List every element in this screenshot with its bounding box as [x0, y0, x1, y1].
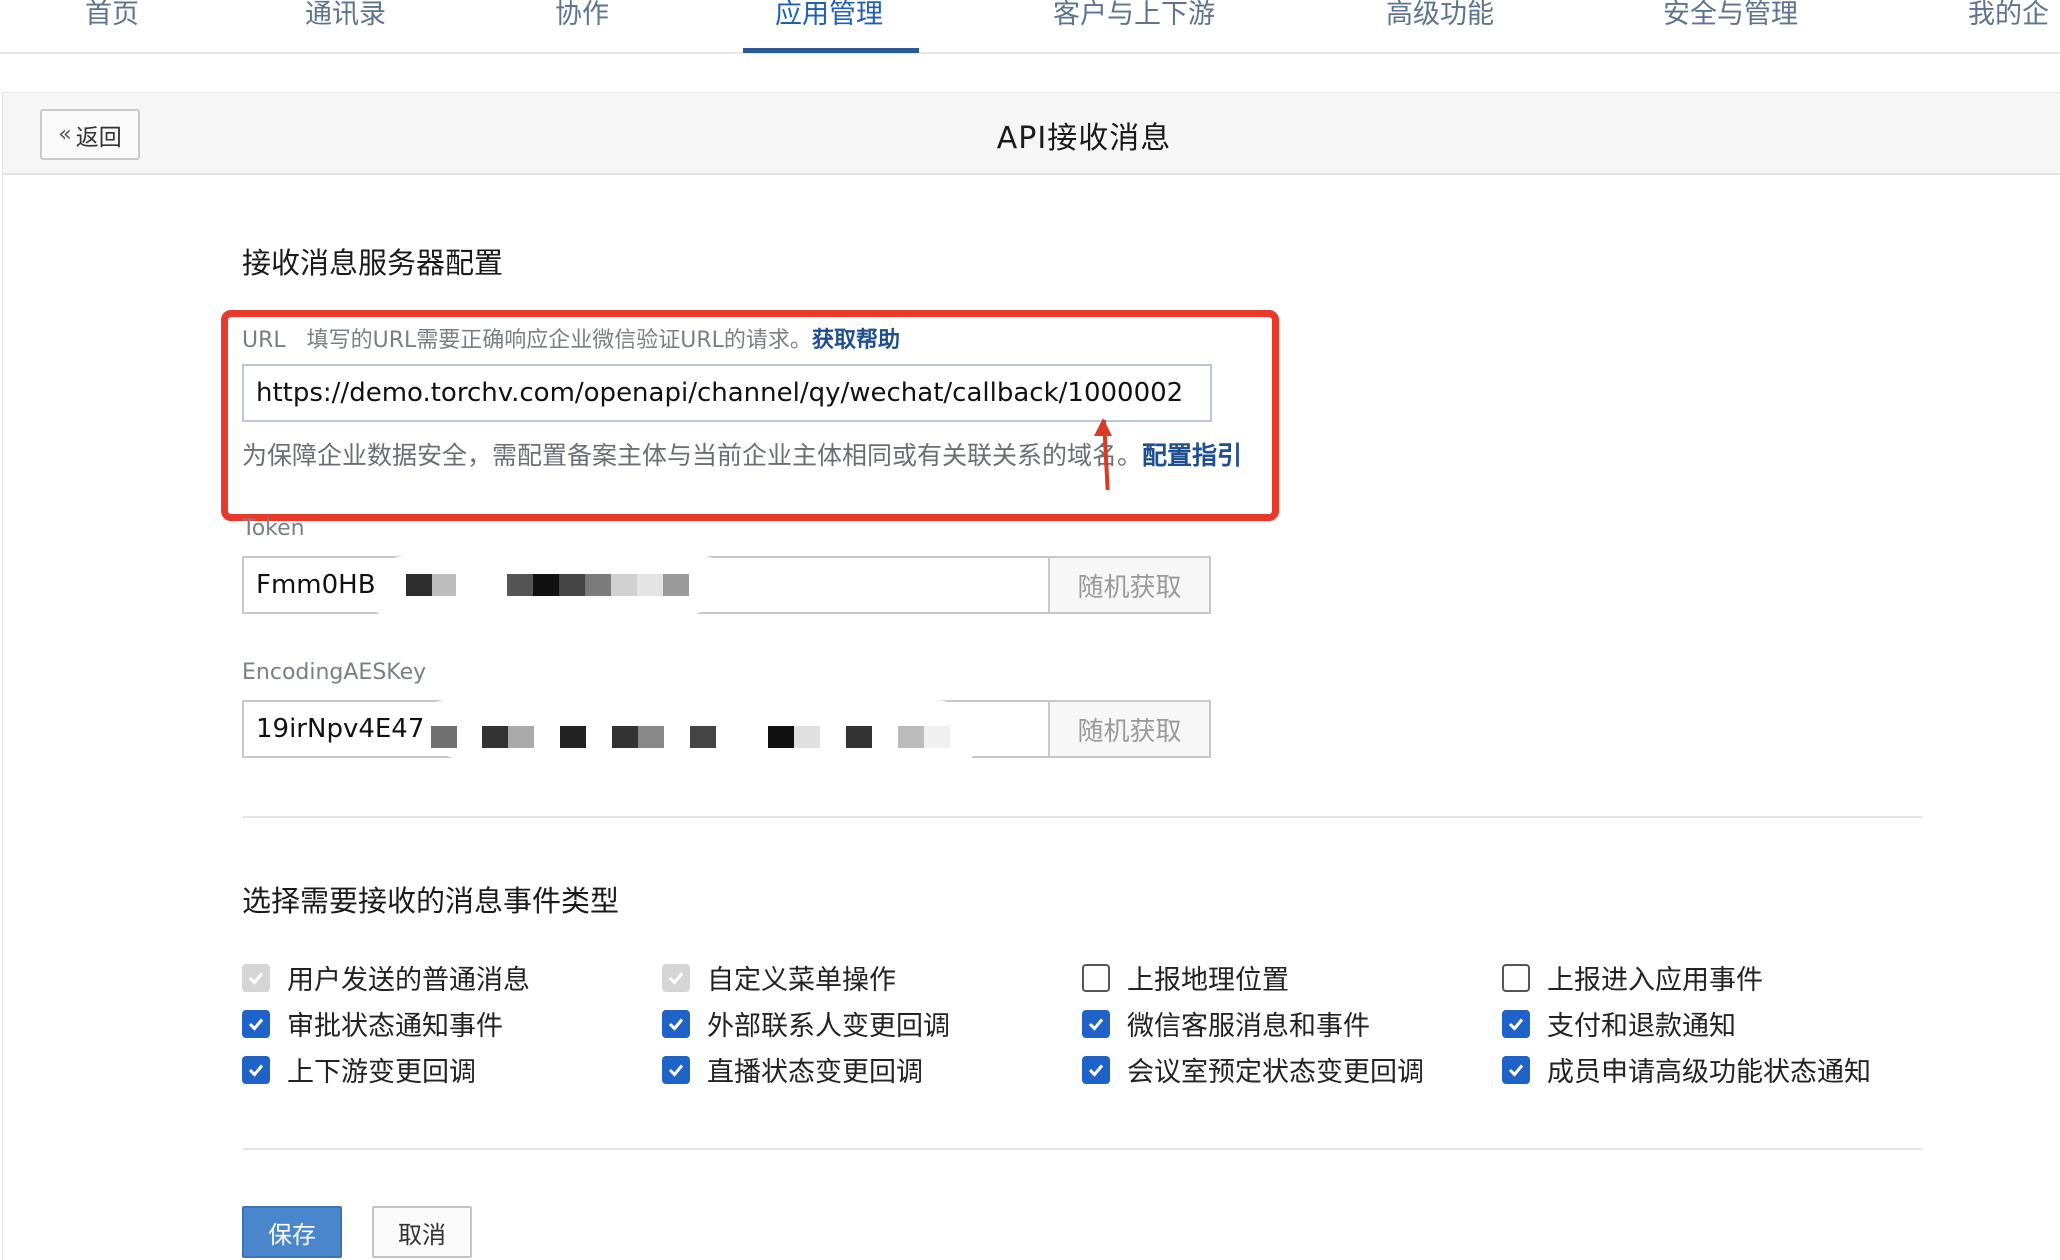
event-option-text-message[interactable]: 用户发送的普通消息 — [242, 958, 530, 997]
checkbox-checked[interactable] — [662, 1009, 690, 1038]
event-option-approval[interactable]: 审批状态通知事件 — [242, 1004, 503, 1043]
event-option-advanced-feature[interactable]: 成员申请高级功能状态通知 — [1502, 1050, 1871, 1089]
event-label: 成员申请高级功能状态通知 — [1547, 1057, 1871, 1088]
event-option-wechat-kf[interactable]: 微信客服消息和事件 — [1082, 1004, 1370, 1043]
nav-tab-app-management[interactable]: 应用管理 — [775, 0, 883, 54]
annotation-highlight-box — [221, 310, 1279, 521]
aes-key-label: EncodingAESKey — [242, 660, 427, 685]
nav-tab-my-company[interactable]: 我的企 — [1968, 0, 2049, 54]
nav-tab-home[interactable]: 首页 — [85, 0, 139, 54]
event-option-enter-app[interactable]: 上报进入应用事件 — [1502, 958, 1763, 997]
token-redaction-mosaic — [375, 556, 715, 616]
checkbox-checked[interactable] — [1502, 1055, 1530, 1084]
checkbox-unchecked[interactable] — [1082, 963, 1110, 992]
nav-tab-customers-partners[interactable]: 客户与上下游 — [1053, 0, 1215, 54]
token-label: Token — [242, 516, 305, 541]
nav-tab-collaboration[interactable]: 协作 — [555, 0, 609, 54]
token-random-button[interactable]: 随机获取 — [1048, 556, 1211, 614]
nav-tab-advanced[interactable]: 高级功能 — [1386, 0, 1494, 54]
events-title: 选择需要接收的消息事件类型 — [242, 884, 620, 918]
token-input-value: Fmm0HB — [256, 570, 376, 600]
event-option-live[interactable]: 直播状态变更回调 — [662, 1050, 923, 1089]
checkbox-checked[interactable] — [1082, 1055, 1110, 1084]
server-config-title: 接收消息服务器配置 — [242, 246, 504, 280]
checkbox-checked[interactable] — [242, 1009, 270, 1038]
event-label: 上报地理位置 — [1127, 965, 1289, 996]
panel-header: « 返回 API接收消息 — [3, 93, 2060, 175]
event-label: 自定义菜单操作 — [707, 965, 896, 996]
spacer — [0, 56, 2060, 92]
checkbox-disabled-checked[interactable] — [242, 963, 270, 992]
divider — [243, 816, 1923, 818]
top-navigation: 首页 通讯录 协作 应用管理 客户与上下游 高级功能 安全与管理 我的企 — [0, 0, 2060, 54]
event-label: 支付和退款通知 — [1547, 1011, 1736, 1042]
page-title: API接收消息 — [996, 121, 1172, 156]
checkbox-unchecked[interactable] — [1502, 963, 1530, 992]
event-label: 审批状态通知事件 — [287, 1011, 503, 1042]
event-label: 会议室预定状态变更回调 — [1127, 1057, 1424, 1088]
nav-tab-security[interactable]: 安全与管理 — [1663, 0, 1798, 54]
checkbox-checked[interactable] — [662, 1055, 690, 1084]
aes-redaction-mosaic — [425, 700, 975, 812]
aes-key-input-value: 19irNpv4E47 — [256, 714, 425, 744]
annotation-arrow-head-icon — [1094, 418, 1112, 436]
event-label: 直播状态变更回调 — [707, 1057, 923, 1088]
event-label: 外部联系人变更回调 — [707, 1011, 950, 1042]
event-label: 上下游变更回调 — [287, 1057, 476, 1088]
event-label: 用户发送的普通消息 — [287, 965, 530, 996]
cancel-button[interactable]: 取消 — [372, 1206, 472, 1258]
checkbox-checked[interactable] — [242, 1055, 270, 1084]
event-option-payment[interactable]: 支付和退款通知 — [1502, 1004, 1736, 1043]
nav-active-indicator — [743, 48, 919, 53]
event-option-meeting-room[interactable]: 会议室预定状态变更回调 — [1082, 1050, 1424, 1089]
event-option-location[interactable]: 上报地理位置 — [1082, 958, 1289, 997]
event-label: 上报进入应用事件 — [1547, 965, 1763, 996]
divider — [243, 1148, 1923, 1150]
event-option-upstream-downstream[interactable]: 上下游变更回调 — [242, 1050, 476, 1089]
checkbox-disabled-checked[interactable] — [662, 963, 690, 992]
event-option-external-contact[interactable]: 外部联系人变更回调 — [662, 1004, 950, 1043]
save-button[interactable]: 保存 — [242, 1206, 342, 1258]
nav-tab-contacts[interactable]: 通讯录 — [305, 0, 386, 54]
checkbox-checked[interactable] — [1502, 1009, 1530, 1038]
event-label: 微信客服消息和事件 — [1127, 1011, 1370, 1042]
checkbox-checked[interactable] — [1082, 1009, 1110, 1038]
event-option-menu[interactable]: 自定义菜单操作 — [662, 958, 896, 997]
aes-key-random-button[interactable]: 随机获取 — [1048, 700, 1211, 758]
